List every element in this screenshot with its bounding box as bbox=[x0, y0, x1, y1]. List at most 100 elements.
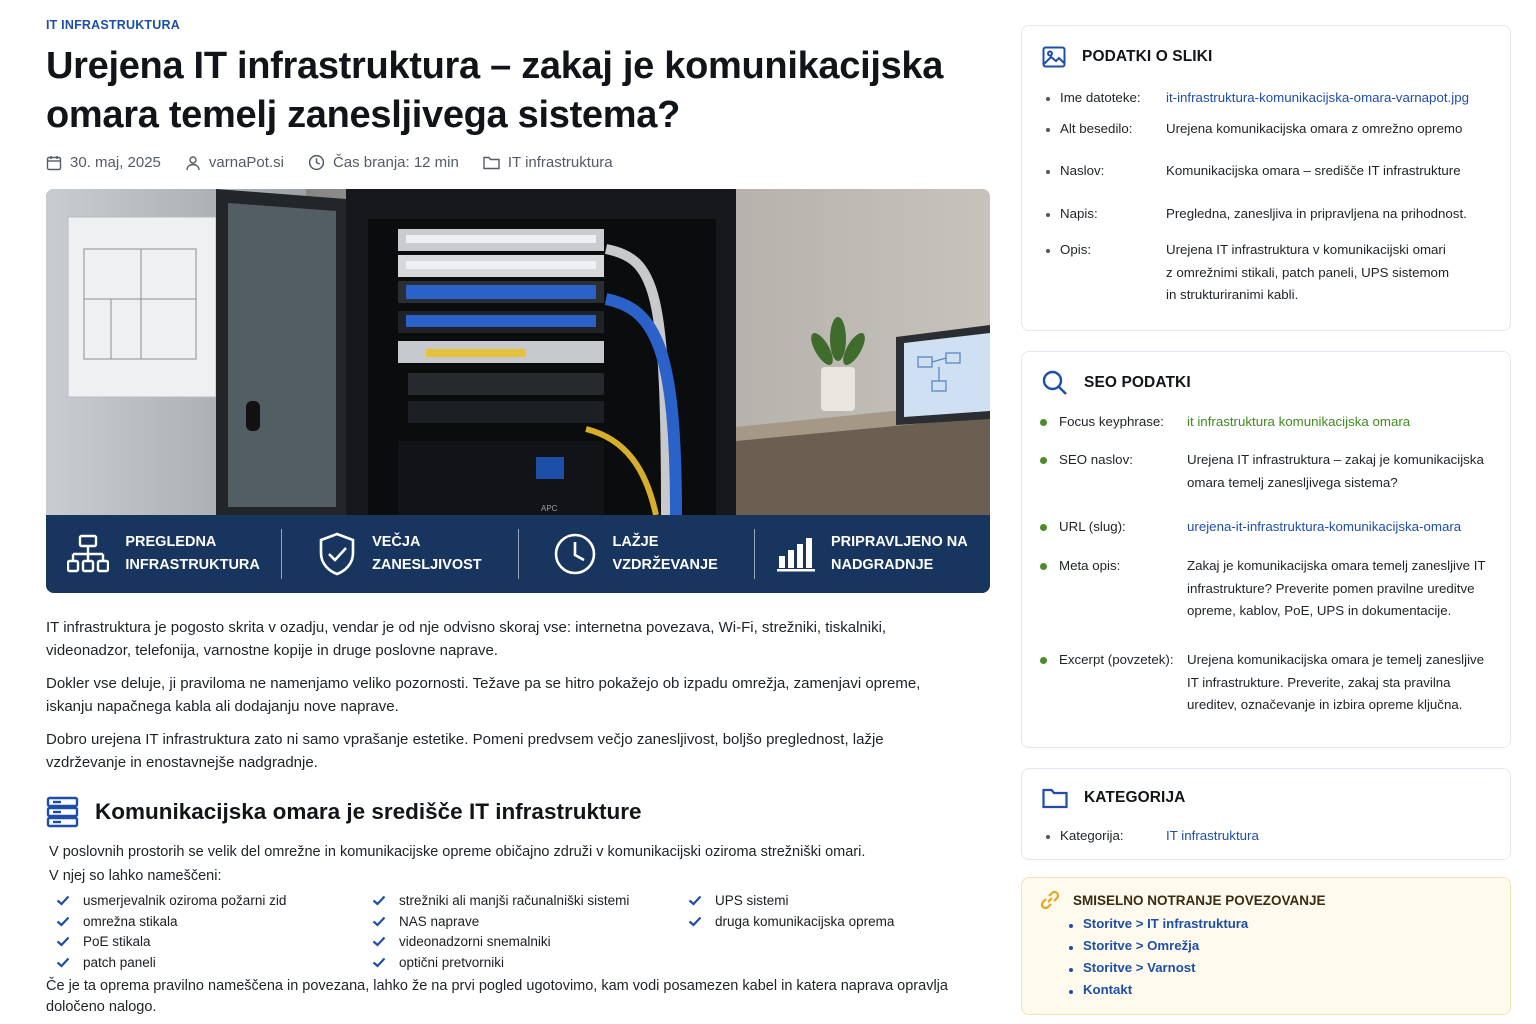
category-header: KATEGORIJA bbox=[1042, 787, 1185, 809]
row-label: Focus keyphrase: bbox=[1059, 414, 1164, 429]
bullet bbox=[1069, 968, 1073, 972]
feature-label: LAŽJE VZDRŽEVANJE bbox=[612, 534, 718, 573]
checklist-item: strežniki ali manjši računalniški sistem… bbox=[372, 890, 688, 911]
folder-icon bbox=[1042, 788, 1068, 809]
intro-paragraph: Dokler vse deluje, ji praviloma ne namen… bbox=[46, 675, 921, 715]
bullet bbox=[1046, 835, 1050, 839]
feature-label: VEČJA ZANESLJIVOST bbox=[372, 534, 482, 573]
shield-check-icon bbox=[319, 532, 355, 576]
feature-reliability: VEČJA ZANESLJIVOST bbox=[282, 529, 519, 579]
server-cabinet-illustration: APC bbox=[46, 189, 990, 515]
intro-paragraph: IT infrastruktura je pogosto skrita v oz… bbox=[46, 619, 887, 659]
status-dot bbox=[1040, 524, 1047, 531]
checklist-item-text: videonadzorni snemalniki bbox=[399, 934, 551, 950]
image-icon bbox=[1042, 46, 1066, 68]
calendar-icon bbox=[46, 155, 62, 170]
bullet bbox=[1046, 249, 1050, 253]
row-label: SEO naslov: bbox=[1059, 452, 1133, 467]
internal-links-card: SMISELNO NOTRANJE POVEZOVANJE Storitve >… bbox=[1021, 877, 1511, 1015]
row-value: Urejena komunikacijska omara je temelj z… bbox=[1187, 652, 1485, 712]
bullet bbox=[1046, 213, 1050, 217]
checkmark-icon bbox=[372, 895, 386, 906]
bullet bbox=[1046, 97, 1050, 101]
meta-author-text: varnaPot.si bbox=[208, 154, 284, 171]
row-value: Urejena komunikacijska omara z omrežno o… bbox=[1166, 121, 1463, 136]
row-label: URL (slug): bbox=[1059, 519, 1126, 534]
image-info-header: PODATKI O SLIKI bbox=[1042, 46, 1212, 68]
image-info-card: PODATKI O SLIKI Ime datoteke: it-infrast… bbox=[1021, 25, 1511, 331]
server-stack-icon bbox=[46, 796, 79, 828]
checkmark-icon bbox=[372, 916, 386, 927]
row-label: Excerpt (povzetek): bbox=[1059, 652, 1174, 667]
equipment-checklist: usmerjevalnik oziroma požarni zid strežn… bbox=[56, 890, 1006, 973]
category-card: KATEGORIJA Kategorija: IT infrastruktura bbox=[1021, 768, 1511, 860]
category-label[interactable]: IT INFRASTRUKTURA bbox=[46, 18, 1006, 32]
bullet bbox=[1069, 990, 1073, 994]
section-lead: V poslovnih prostorih se velik del omrež… bbox=[49, 840, 1006, 888]
row-label: Ime datoteke: bbox=[1060, 90, 1141, 105]
checklist-item: omrežna stikala bbox=[56, 911, 372, 932]
intro-text: IT infrastruktura je pogosto skrita v oz… bbox=[46, 617, 966, 774]
bar-chart-icon bbox=[777, 538, 816, 572]
checklist-item-text: NAS naprave bbox=[399, 913, 480, 929]
seo-header: SEO PODATKI bbox=[1042, 370, 1191, 396]
internal-link-security[interactable]: Storitve > Varnost bbox=[1083, 960, 1196, 975]
network-hierarchy-icon bbox=[67, 534, 110, 573]
meta-read-time: Čas branja: 12 min bbox=[308, 154, 459, 171]
link-icon bbox=[1040, 890, 1060, 910]
folder-icon bbox=[483, 156, 500, 170]
meta-author[interactable]: varnaPot.si bbox=[185, 154, 284, 171]
clock-icon bbox=[308, 154, 325, 171]
meta-category-text: IT infrastruktura bbox=[507, 154, 613, 171]
internal-link-contact[interactable]: Kontakt bbox=[1083, 982, 1132, 997]
row-label: Opis: bbox=[1060, 242, 1092, 257]
checklist-item: patch paneli bbox=[56, 952, 372, 973]
section-lead-line: V njej so lahko nameščeni: bbox=[49, 868, 222, 884]
checklist-item: optični pretvorniki bbox=[372, 952, 688, 973]
checklist-item-text: usmerjevalnik oziroma požarni zid bbox=[83, 892, 287, 908]
checklist-item-text: strežniki ali manjši računalniški sistem… bbox=[399, 892, 630, 908]
row-value: it infrastruktura komunikacijska omara bbox=[1187, 414, 1411, 429]
hero-image: APC PREGLEDNA INFRASTRUKTURA VEČJA ZANES… bbox=[46, 189, 990, 593]
status-dot bbox=[1040, 419, 1047, 426]
checkmark-icon bbox=[688, 916, 702, 927]
checklist-item-text: PoE stikala bbox=[83, 934, 151, 950]
checklist-item: UPS sistemi bbox=[688, 890, 988, 911]
feature-label: PREGLEDNA INFRASTRUKTURA bbox=[125, 534, 260, 573]
checklist-item: druga komunikacijska oprema bbox=[688, 911, 988, 932]
page-title: Urejena IT infrastruktura – zakaj je kom… bbox=[46, 45, 944, 136]
section-heading-row: Komunikacijska omara je središče IT infr… bbox=[46, 796, 1006, 828]
user-icon bbox=[186, 155, 200, 170]
row-label: Naslov: bbox=[1060, 163, 1105, 178]
row-label: Kategorija: bbox=[1060, 828, 1124, 843]
section-closing: Če je ta oprema pravilno nameščena in po… bbox=[46, 977, 948, 1016]
meta-read-time-text: Čas branja: 12 min bbox=[332, 154, 459, 171]
checklist-item: NAS naprave bbox=[372, 911, 688, 932]
row-value[interactable]: IT infrastruktura bbox=[1166, 825, 1259, 848]
checklist-item-text: omrežna stikala bbox=[83, 913, 178, 929]
row-label: Napis: bbox=[1060, 206, 1098, 221]
checklist-empty-cell bbox=[688, 931, 988, 952]
row-value: Zakaj je komunikacijska omara temelj zan… bbox=[1187, 558, 1486, 618]
meta-category[interactable]: IT infrastruktura bbox=[483, 154, 613, 171]
internal-link-it[interactable]: Storitve > IT infrastruktura bbox=[1083, 916, 1248, 931]
bullet bbox=[1069, 946, 1073, 950]
section-heading: Komunikacijska omara je središče IT infr… bbox=[95, 799, 642, 824]
article: IT INFRASTRUKTURA Urejena IT infrastrukt… bbox=[46, 18, 1006, 1019]
image-info-title: PODATKI O SLIKI bbox=[1082, 48, 1213, 65]
seo-title: SEO PODATKI bbox=[1084, 374, 1191, 391]
row-value: Pregledna, zanesljiva in pripravljena na… bbox=[1166, 206, 1467, 221]
checklist-item: videonadzorni snemalniki bbox=[372, 931, 688, 952]
clock-icon bbox=[555, 533, 596, 575]
bullet bbox=[1046, 128, 1050, 132]
row-value[interactable]: urejena-it-infrastruktura-komunikacijska… bbox=[1187, 516, 1461, 539]
status-dot bbox=[1040, 457, 1047, 464]
internal-link-networks[interactable]: Storitve > Omrežja bbox=[1083, 938, 1199, 953]
checkmark-icon bbox=[372, 957, 386, 968]
feature-strip: PREGLEDNA INFRASTRUKTURA VEČJA ZANESLJIV… bbox=[46, 515, 990, 593]
row-value[interactable]: it-infrastruktura-komunikacijska-omara-v… bbox=[1166, 87, 1469, 110]
checkmark-icon bbox=[56, 936, 70, 947]
article-meta: 30. maj, 2025 varnaPot.si Čas branja: 12… bbox=[46, 154, 1006, 171]
checklist-item-text: druga komunikacijska oprema bbox=[715, 913, 895, 929]
category-title: KATEGORIJA bbox=[1084, 789, 1186, 806]
